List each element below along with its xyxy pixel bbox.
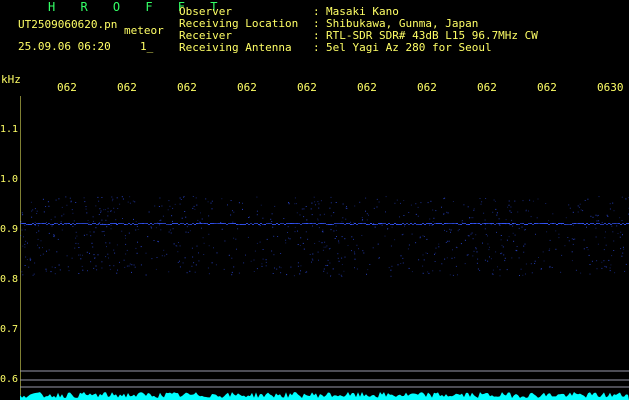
- file-name: UT2509060620.pn: [18, 18, 118, 31]
- freq-label: 0.6: [0, 374, 19, 385]
- signal-dots: [20, 196, 629, 277]
- time-label: 062: [537, 81, 557, 94]
- info-colons: ::::: [313, 5, 320, 54]
- freq-label: 0.8: [0, 274, 19, 285]
- time-label: 062: [57, 81, 77, 94]
- noise-spectrum: [20, 392, 629, 400]
- date-time: 25.09.06 06:20: [18, 40, 111, 53]
- meteor-tag: meteor: [124, 24, 164, 37]
- time-label: 062: [417, 81, 437, 94]
- frequency-unit: kHz: [1, 73, 21, 86]
- info-labels: Observer Receiving Location Receiver Rec…: [179, 6, 298, 54]
- antenna-label: Receiving Antenna: [179, 41, 292, 54]
- reference-lines: [20, 370, 629, 388]
- time-label: 062: [237, 81, 257, 94]
- time-label: 062: [477, 81, 497, 94]
- time-label: 062: [117, 81, 137, 94]
- info-values: Masaki Kano Shibukawa, Gunma, Japan RTL-…: [326, 6, 538, 54]
- freq-label: 0.9: [0, 224, 19, 235]
- antenna-value: 5el Yagi Az 280 for Seoul: [326, 41, 492, 54]
- freq-label: 1.1: [0, 124, 19, 135]
- time-label: 062: [297, 81, 317, 94]
- spectrogram: [20, 96, 629, 400]
- time-label: 0630: [597, 81, 624, 94]
- freq-label: 0.7: [0, 324, 19, 335]
- time-label: 062: [357, 81, 377, 94]
- time-label: 062: [177, 81, 197, 94]
- freq-label: 1.0: [0, 174, 19, 185]
- channel-indicator: 1_: [140, 40, 154, 53]
